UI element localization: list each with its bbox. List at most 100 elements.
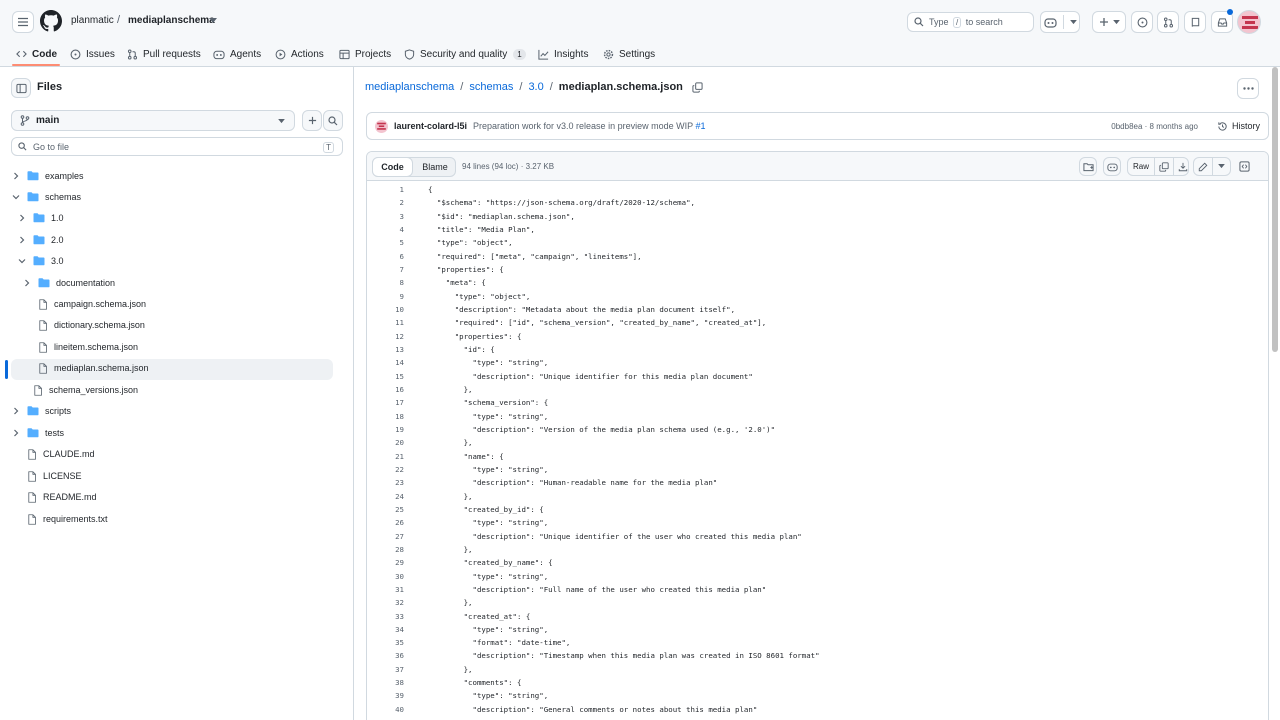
line-number[interactable]: 29 <box>367 556 404 569</box>
tree-file[interactable]: requirements.txt <box>11 509 108 529</box>
line-number[interactable]: 20 <box>367 436 404 449</box>
line-number[interactable]: 21 <box>367 450 404 463</box>
line-number[interactable]: 9 <box>367 290 404 303</box>
tree-file[interactable]: campaign.schema.json <box>22 294 146 314</box>
chevron-right-icon[interactable] <box>11 172 21 180</box>
tree-folder[interactable]: examples <box>11 166 84 186</box>
add-file-button[interactable] <box>302 110 322 131</box>
line-number[interactable]: 19 <box>367 423 404 436</box>
edit-file-button[interactable] <box>1194 158 1213 175</box>
more-options-button[interactable] <box>1237 78 1259 99</box>
line-number[interactable]: 30 <box>367 570 404 583</box>
tree-file[interactable]: CLAUDE.md <box>11 444 95 464</box>
tree-file[interactable]: mediaplan.schema.json <box>22 358 149 378</box>
commit-author-link[interactable]: laurent-colard-l5i <box>394 121 467 131</box>
chevron-down-icon[interactable] <box>11 193 21 201</box>
line-number[interactable]: 8 <box>367 276 404 289</box>
edit-options-button[interactable] <box>1213 164 1230 169</box>
avatar[interactable] <box>1237 10 1261 34</box>
tree-file[interactable]: schema_versions.json <box>17 380 138 400</box>
menu-button[interactable] <box>12 11 34 33</box>
line-number[interactable]: 34 <box>367 623 404 636</box>
chevron-down-icon[interactable] <box>17 257 27 265</box>
tab-security[interactable]: Security and quality 1 <box>404 44 526 64</box>
line-number[interactable]: 27 <box>367 530 404 543</box>
tree-folder[interactable]: schemas <box>11 187 81 207</box>
line-number[interactable]: 3 <box>367 210 404 223</box>
breadcrumb-repo-link[interactable]: mediaplanschema <box>365 81 454 93</box>
tab-pull-requests[interactable]: Pull requests <box>127 44 201 64</box>
tree-folder[interactable]: 1.0 <box>17 208 64 228</box>
blame-view-button[interactable]: Blame <box>414 157 456 177</box>
line-number[interactable]: 36 <box>367 649 404 662</box>
line-number[interactable]: 28 <box>367 543 404 556</box>
tree-folder[interactable]: documentation <box>22 273 115 293</box>
tab-actions[interactable]: Actions <box>275 44 324 64</box>
go-to-file-input[interactable]: Go to file T <box>11 137 343 156</box>
create-new-button[interactable] <box>1092 11 1126 33</box>
history-button[interactable]: History <box>1217 118 1260 134</box>
line-number[interactable]: 39 <box>367 689 404 702</box>
breadcrumb-schemas-link[interactable]: schemas <box>469 81 513 93</box>
commit-message-link[interactable]: Preparation work for v3.0 release in pre… <box>473 121 705 131</box>
line-number[interactable]: 6 <box>367 250 404 263</box>
page-scrollbar[interactable] <box>1272 67 1278 352</box>
line-number[interactable]: 35 <box>367 636 404 649</box>
collapse-sidebar-button[interactable] <box>11 78 31 98</box>
tree-file[interactable]: dictionary.schema.json <box>22 315 145 335</box>
tree-file[interactable]: LICENSE <box>11 466 82 486</box>
issues-button[interactable] <box>1131 11 1153 33</box>
tree-folder[interactable]: 3.0 <box>17 251 64 271</box>
search-input[interactable]: Type / to search <box>907 12 1034 32</box>
line-number[interactable]: 14 <box>367 356 404 369</box>
line-number[interactable]: 5 <box>367 236 404 249</box>
copilot-explain-button[interactable] <box>1103 157 1121 176</box>
chevron-right-icon[interactable] <box>11 429 21 437</box>
line-number[interactable]: 25 <box>367 503 404 516</box>
line-number[interactable]: 1 <box>367 183 404 196</box>
line-number[interactable]: 17 <box>367 396 404 409</box>
line-number[interactable]: 32 <box>367 596 404 609</box>
line-number[interactable]: 31 <box>367 583 404 596</box>
repo-name-link[interactable]: mediaplanschema <box>128 15 215 26</box>
line-number[interactable]: 18 <box>367 410 404 423</box>
line-number[interactable]: 2 <box>367 196 404 209</box>
search-files-button[interactable] <box>323 110 343 131</box>
breadcrumb-version-link[interactable]: 3.0 <box>528 81 543 93</box>
copy-icon[interactable] <box>692 81 703 93</box>
line-number[interactable]: 11 <box>367 316 404 329</box>
line-number[interactable]: 16 <box>367 383 404 396</box>
tab-agents[interactable]: Agents <box>213 44 261 64</box>
chevron-right-icon[interactable] <box>17 214 27 222</box>
line-number[interactable]: 22 <box>367 463 404 476</box>
line-number[interactable]: 13 <box>367 343 404 356</box>
github-logo-icon[interactable] <box>40 10 62 32</box>
line-number[interactable]: 12 <box>367 330 404 343</box>
code-view-button[interactable]: Code <box>372 157 413 177</box>
commit-pr-link[interactable]: #1 <box>695 121 705 131</box>
caret-down-icon[interactable] <box>209 18 217 24</box>
line-number[interactable]: 23 <box>367 476 404 489</box>
copilot-button[interactable] <box>1040 11 1080 33</box>
tree-file[interactable]: README.md <box>11 487 97 507</box>
chevron-right-icon[interactable] <box>17 236 27 244</box>
tab-issues[interactable]: Issues <box>70 44 115 64</box>
symbols-panel-button[interactable] <box>1235 157 1253 176</box>
commit-sha-time[interactable]: 0bdb8ea · 8 months ago <box>1111 122 1198 131</box>
chevron-right-icon[interactable] <box>22 279 32 287</box>
line-number[interactable]: 37 <box>367 663 404 676</box>
line-number[interactable]: 4 <box>367 223 404 236</box>
pull-requests-button[interactable] <box>1157 11 1179 33</box>
line-number[interactable]: 15 <box>367 370 404 383</box>
line-number[interactable]: 38 <box>367 676 404 689</box>
raw-button[interactable]: Raw <box>1128 158 1156 175</box>
repositories-button[interactable] <box>1184 11 1206 33</box>
line-number[interactable]: 26 <box>367 516 404 529</box>
tree-file[interactable]: lineitem.schema.json <box>22 337 138 357</box>
tab-code[interactable]: Code <box>16 44 57 64</box>
line-number[interactable]: 24 <box>367 490 404 503</box>
tree-folder[interactable]: 2.0 <box>17 230 64 250</box>
chevron-right-icon[interactable] <box>11 407 21 415</box>
tree-folder[interactable]: scripts <box>11 401 71 421</box>
tab-insights[interactable]: Insights <box>538 44 588 64</box>
